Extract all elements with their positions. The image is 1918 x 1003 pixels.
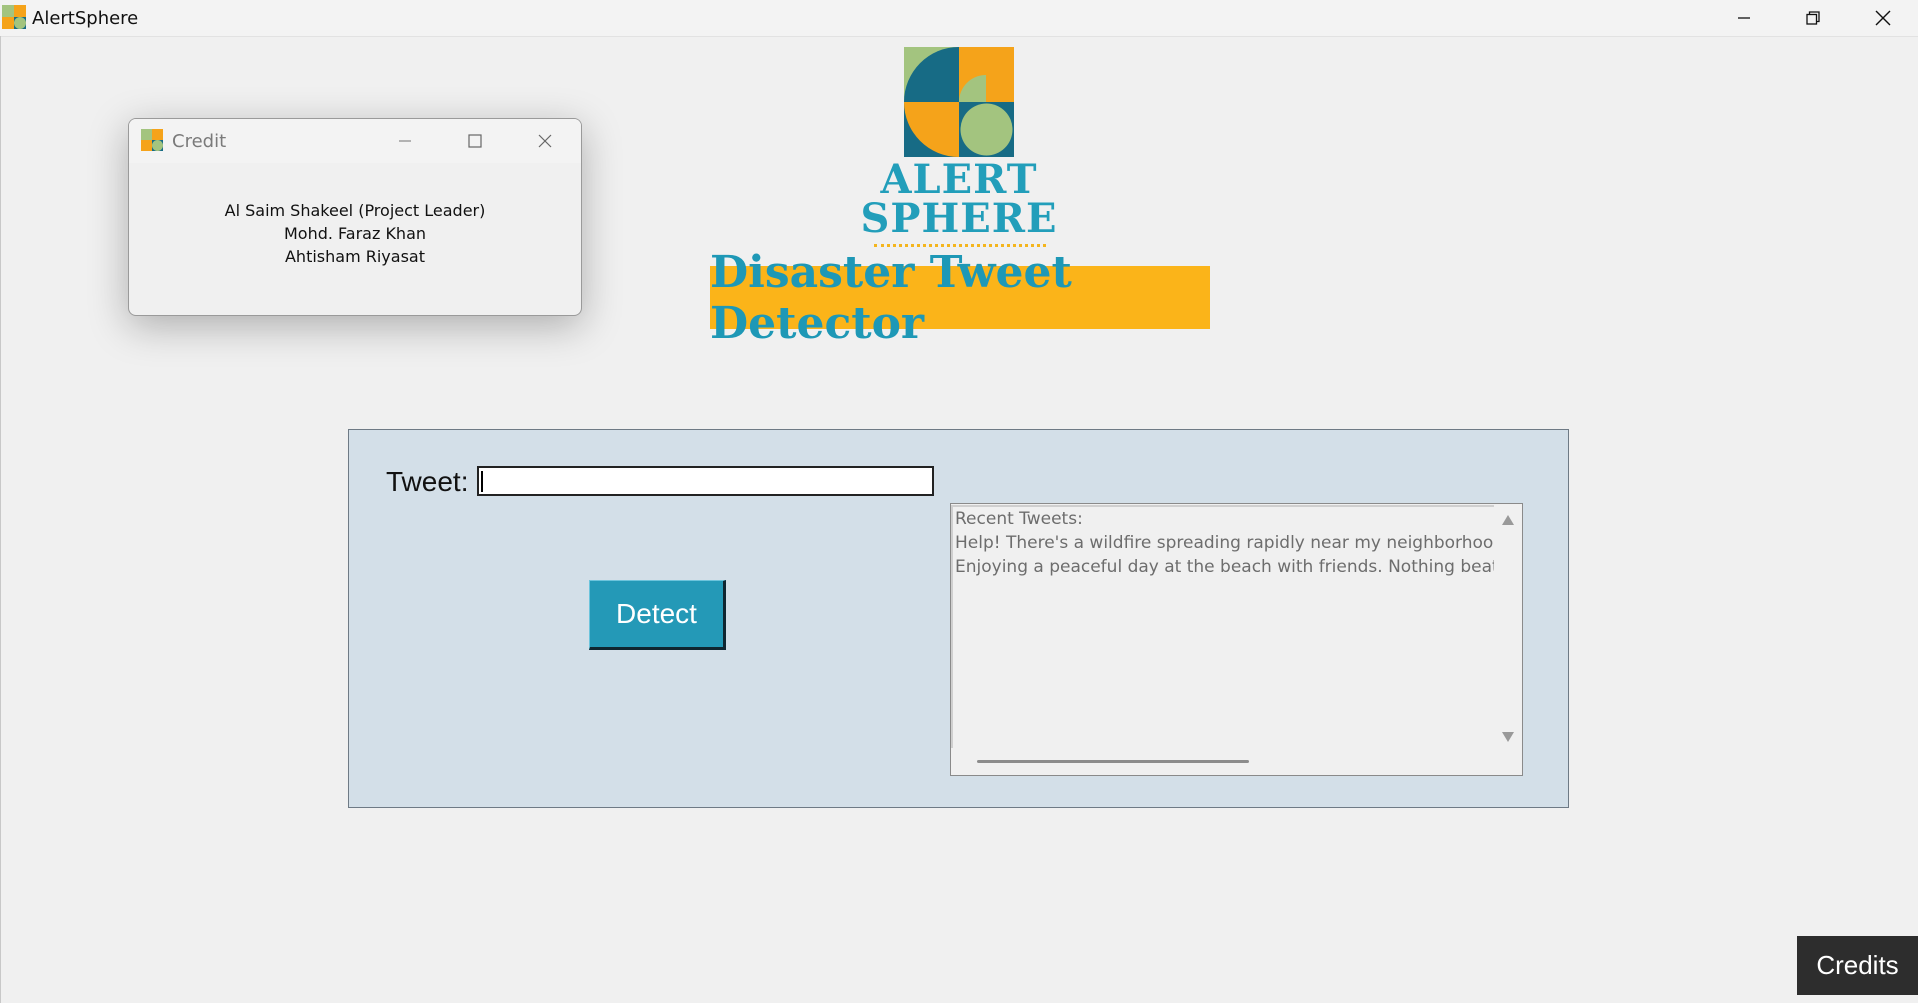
- credit-line: Al Saim Shakeel (Project Leader): [224, 201, 486, 220]
- page-title: Disaster Tweet Detector: [710, 246, 1072, 349]
- credit-dialog-title: Credit: [172, 131, 227, 152]
- credit-dialog: Credit Al Saim Shakeel (Project Leader) …: [128, 118, 582, 316]
- credit-dialog-body: Al Saim Shakeel (Project Leader) Mohd. F…: [129, 199, 581, 268]
- restore-icon: [1806, 11, 1820, 25]
- scroll-up-arrow-icon[interactable]: [1502, 515, 1514, 525]
- close-icon: [538, 134, 552, 148]
- scroll-down-arrow-icon[interactable]: [1502, 732, 1514, 742]
- credit-line: Ahtisham Riyasat: [284, 247, 425, 266]
- logo-mark-icon: [904, 47, 1014, 157]
- dialog-maximize-button[interactable]: [449, 125, 501, 157]
- detect-button[interactable]: Detect: [589, 580, 726, 650]
- dialog-minimize-button[interactable]: [379, 125, 431, 157]
- alertsphere-logo-icon: [141, 129, 163, 151]
- title-bar: AlertSphere: [0, 0, 1918, 37]
- credit-line: Mohd. Faraz Khan: [283, 224, 427, 243]
- dialog-close-button[interactable]: [519, 125, 571, 157]
- vertical-scrollbar[interactable]: [1496, 505, 1520, 748]
- tweet-label: Tweet:: [386, 466, 469, 497]
- window-border: [0, 36, 1, 1003]
- minimize-icon: [1738, 17, 1750, 19]
- credit-dialog-title-bar[interactable]: Credit: [129, 119, 581, 163]
- logo-text-sphere: SPHERE: [860, 195, 1058, 242]
- minimize-button[interactable]: [1710, 0, 1778, 36]
- logo-text-alert: ALERT: [880, 156, 1038, 203]
- maximize-icon: [468, 134, 482, 148]
- alertsphere-logo-icon: [2, 5, 26, 29]
- close-button[interactable]: [1849, 0, 1917, 36]
- text-caret: [481, 471, 483, 492]
- list-item: Enjoying a peaceful day at the beach wit…: [955, 557, 1494, 577]
- recent-tweets-header: Recent Tweets:: [955, 509, 1083, 529]
- horizontal-scrollbar[interactable]: [951, 752, 1496, 772]
- app-logo: ALERT SPHERE: [856, 44, 1062, 254]
- horizontal-scroll-thumb[interactable]: [977, 760, 1249, 763]
- page-title-banner: Disaster Tweet Detector: [710, 247, 1210, 349]
- tweet-input[interactable]: [477, 466, 934, 496]
- window-title: AlertSphere: [32, 8, 139, 29]
- minimize-icon: [399, 140, 411, 142]
- close-icon: [1875, 10, 1891, 26]
- restore-button[interactable]: [1779, 0, 1847, 36]
- list-item: Help! There's a wildfire spreading rapid…: [955, 533, 1494, 553]
- credits-button[interactable]: Credits: [1797, 936, 1918, 995]
- recent-tweets-textbox[interactable]: Recent Tweets: Help! There's a wildfire …: [951, 505, 1494, 748]
